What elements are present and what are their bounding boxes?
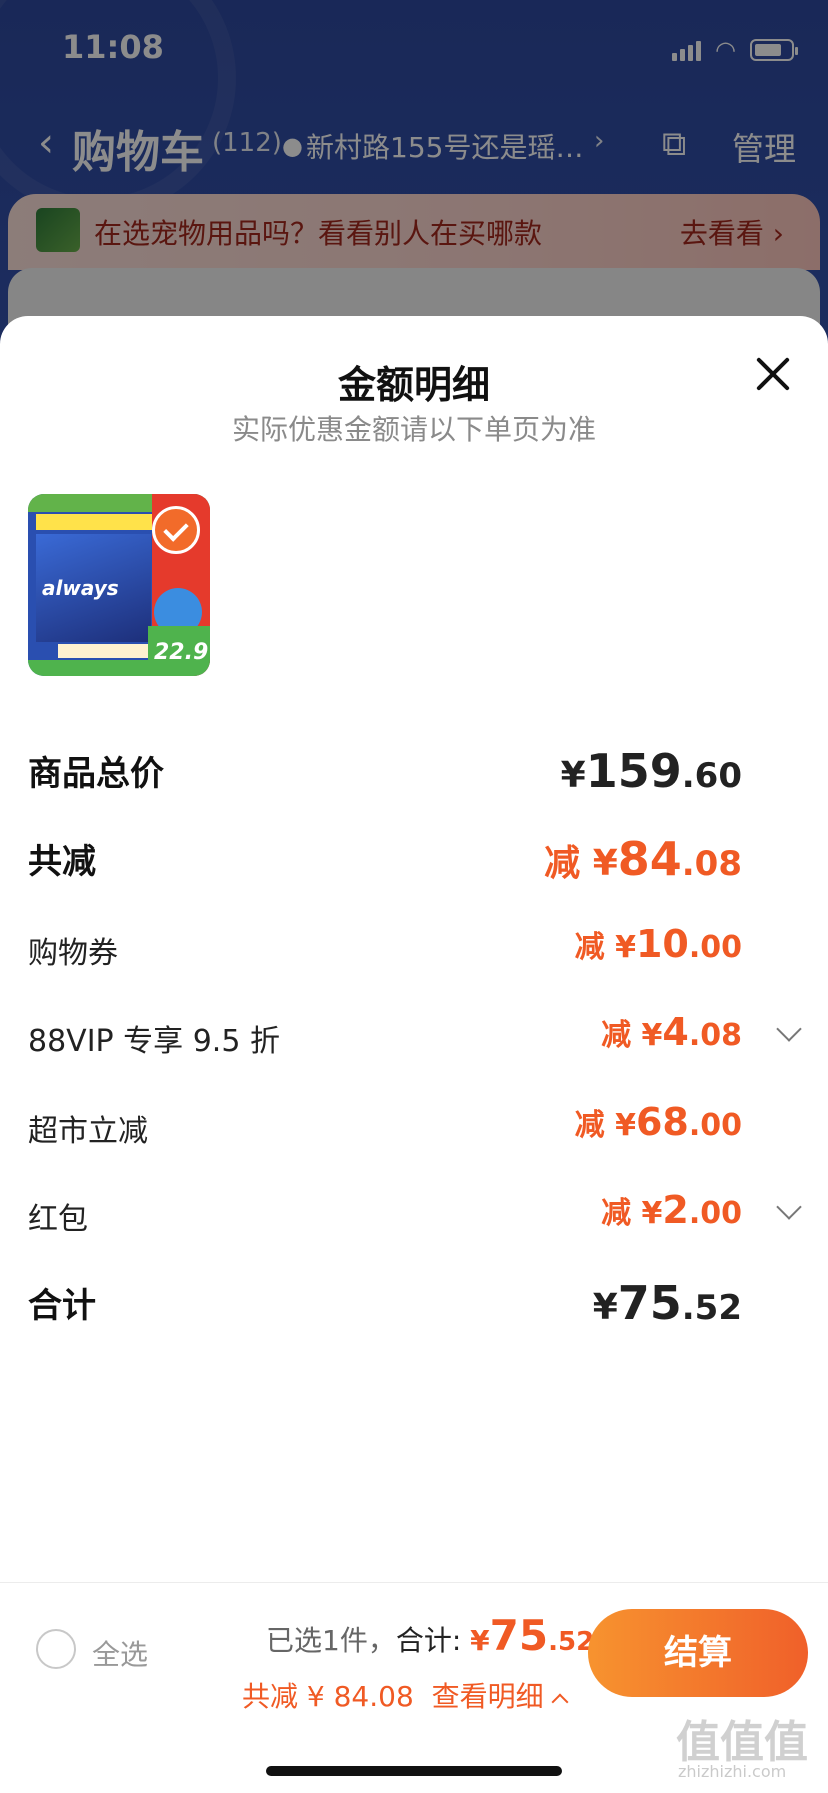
row-shopping-coupon: 购物券 减 ¥10.00 <box>28 918 800 978</box>
row-red-packet[interactable]: 红包 减 ¥2.00 <box>28 1184 802 1244</box>
row-label: 购物券 <box>28 936 118 971</box>
row-total-discount: 共减 减 ¥84.08 <box>28 828 800 888</box>
close-icon[interactable] <box>754 354 792 392</box>
home-indicator[interactable] <box>266 1766 562 1776</box>
row-label: 超市立减 <box>28 1114 148 1149</box>
row-label: 合计 <box>28 1286 96 1326</box>
row-amount: 减 ¥84.08 <box>544 832 742 886</box>
row-grand-total: 合计 ¥75.52 <box>28 1272 800 1332</box>
watermark-url: zhizhizhi.com <box>678 1762 787 1781</box>
product-thumbnail: always 22.9 <box>28 494 210 676</box>
sheet-title: 金额明细 <box>337 363 490 407</box>
product-brand: always <box>42 576 119 600</box>
selection-summary: 已选1件，合计: ¥75.52 <box>266 1611 595 1660</box>
select-all-label[interactable]: 全选 <box>92 1633 148 1673</box>
chevron-up-icon[interactable] <box>551 1693 569 1711</box>
watermark: 值值值 <box>676 1717 808 1768</box>
row-amount: ¥75.52 <box>592 1276 742 1330</box>
chevron-down-icon[interactable] <box>776 1194 802 1220</box>
row-88vip-discount[interactable]: 88VIP 专享 9.5 折 减 ¥4.08 <box>28 1006 802 1066</box>
select-all-radio[interactable] <box>36 1629 76 1669</box>
row-label: 共减 <box>28 842 96 882</box>
row-supermarket-discount: 超市立减 减 ¥68.00 <box>28 1096 800 1156</box>
discount-summary-link[interactable]: 共减 ¥ 84.08 查看明细 <box>242 1675 569 1715</box>
row-amount: 减 ¥10.00 <box>574 922 742 966</box>
chevron-down-icon[interactable] <box>776 1016 802 1042</box>
row-label: 红包 <box>28 1202 88 1237</box>
row-amount: ¥159.60 <box>560 744 742 798</box>
price-detail-sheet: 金额明细 实际优惠金额请以下单页为准 always 22.9 商品总价 ¥159… <box>0 316 828 1586</box>
row-amount: 减 ¥4.08 <box>601 1010 742 1054</box>
sheet-subtitle: 实际优惠金额请以下单页为准 <box>231 413 596 446</box>
row-amount: 减 ¥2.00 <box>601 1188 742 1232</box>
checkout-button[interactable]: 结算 <box>588 1609 808 1697</box>
product-price-tag: 22.9 <box>148 626 210 676</box>
row-amount: 减 ¥68.00 <box>574 1100 742 1144</box>
selected-check-icon <box>152 506 200 554</box>
row-total-price: 商品总价 ¥159.60 <box>28 740 800 800</box>
row-label: 88VIP 专享 9.5 折 <box>28 1024 280 1059</box>
row-label: 商品总价 <box>28 754 164 794</box>
